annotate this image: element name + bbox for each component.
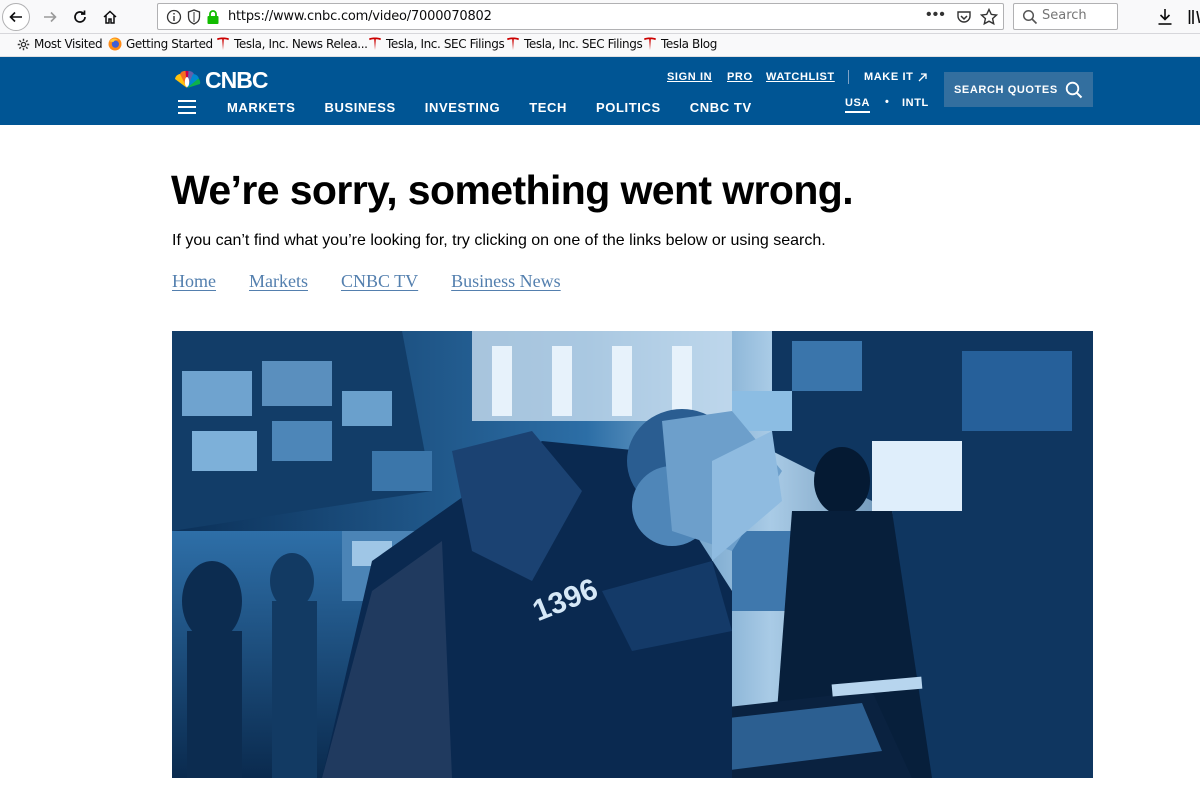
gear-icon [17,38,29,50]
link-home[interactable]: Home [172,271,216,292]
url-text[interactable]: https://www.cnbc.com/video/7000070802 [228,9,492,24]
hero-image: 1396 [172,331,1093,778]
bookmarks-toolbar: Most Visited Getting Started Tesla, Inc.… [0,34,1200,57]
url-bar[interactable]: https://www.cnbc.com/video/7000070802 ••… [157,3,1004,30]
search-quotes-label: SEARCH QUOTES [954,83,1058,96]
nav-business[interactable]: BUSINESS [324,100,395,115]
firefox-icon [108,37,122,51]
nav-politics[interactable]: POLITICS [596,100,661,115]
link-cnbc-tv[interactable]: CNBC TV [341,271,418,292]
bookmark-tesla-sec-1[interactable]: Tesla, Inc. SEC Filings [368,37,505,51]
tesla-icon [644,37,656,50]
logo-text: CNBC [205,66,268,93]
browser-toolbar: https://www.cnbc.com/video/7000070802 ••… [0,0,1200,34]
bookmark-label: Most Visited [34,37,103,51]
forward-button[interactable] [36,3,64,31]
bookmark-tesla-news[interactable]: Tesla, Inc. News Relea... [216,37,368,51]
home-icon [103,10,117,24]
back-button[interactable] [2,3,30,31]
bookmark-star-icon[interactable] [980,8,998,26]
bookmark-label: Tesla Blog [661,37,717,51]
search-icon [1065,81,1082,98]
site-header: CNBC MARKETS BUSINESS INVESTING TECH POL… [0,57,1200,125]
watchlist-link[interactable]: WATCHLIST [766,71,835,83]
forward-arrow-icon [44,11,57,23]
cnbc-logo[interactable]: CNBC [172,66,268,93]
bookmark-most-visited[interactable]: Most Visited [16,37,103,51]
downloads-icon[interactable] [1157,8,1173,26]
tesla-icon [217,37,229,50]
search-quotes-button[interactable]: SEARCH QUOTES [944,72,1093,107]
hamburger-menu-icon[interactable] [178,100,196,114]
reload-button[interactable] [66,3,94,31]
sign-in-link[interactable]: SIGN IN [667,71,712,83]
bookmark-label: Tesla, Inc. News Relea... [234,37,368,51]
tracking-shield-icon[interactable] [187,9,201,25]
bookmark-label: Getting Started [126,37,213,51]
nav-cnbc-tv[interactable]: CNBC TV [690,100,752,115]
home-button[interactable] [96,3,124,31]
bookmark-label: Tesla, Inc. SEC Filings [386,37,505,51]
make-it-label: MAKE IT [864,71,914,83]
stressed-trader-photo: 1396 [172,331,1093,778]
tesla-icon [369,37,381,50]
search-bar[interactable] [1013,3,1118,30]
page-title: We’re sorry, something went wrong. [171,167,854,213]
error-message: If you can’t find what you’re looking fo… [172,232,826,249]
bookmark-tesla-sec-2[interactable]: Tesla, Inc. SEC Filings [506,37,643,51]
tesla-icon [507,37,519,50]
page-actions-menu-icon[interactable]: ••• [926,6,946,24]
link-markets[interactable]: Markets [249,271,308,292]
lock-icon[interactable] [206,9,220,25]
nav-markets[interactable]: MARKETS [227,100,295,115]
main-nav: MARKETS BUSINESS INVESTING TECH POLITICS… [227,100,781,115]
bookmark-label: Tesla, Inc. SEC Filings [524,37,643,51]
bookmark-tesla-blog[interactable]: Tesla Blog [643,37,717,51]
nav-tech[interactable]: TECH [529,100,567,115]
peacock-icon [175,70,201,88]
nav-investing[interactable]: INVESTING [425,100,500,115]
search-icon [1022,9,1038,25]
region-usa[interactable]: USA [845,97,871,113]
pocket-icon[interactable] [956,9,972,25]
bookmark-getting-started[interactable]: Getting Started [108,37,213,51]
make-it-link[interactable]: MAKE IT [864,71,928,83]
divider [848,70,849,84]
region-separator: • [885,96,890,108]
info-icon[interactable] [166,9,182,25]
link-business-news[interactable]: Business News [451,271,561,292]
helpful-links: Home Markets CNBC TV Business News [172,271,594,292]
reload-icon [74,10,86,23]
region-intl[interactable]: INTL [902,97,929,109]
library-icon[interactable] [1188,8,1200,26]
pro-link[interactable]: PRO [727,71,753,83]
external-arrow-icon [918,72,928,81]
search-input[interactable] [1042,8,1114,23]
back-arrow-icon [9,11,22,23]
